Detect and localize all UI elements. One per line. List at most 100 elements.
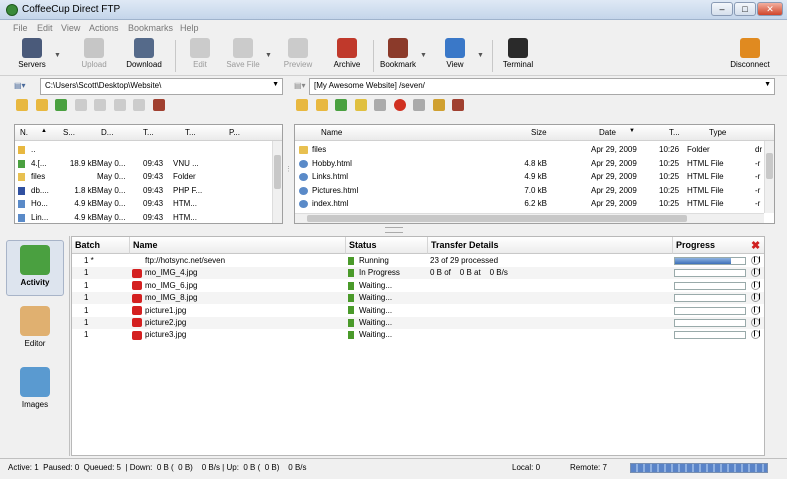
- local-file-row[interactable]: Ho... 4.9 kB May 0... 09:43 HTM...: [15, 197, 282, 210]
- queue-col-transfer-details[interactable]: Transfer Details: [428, 237, 673, 254]
- upload-button[interactable]: Upload: [76, 38, 112, 74]
- remote-path-field[interactable]: [My Awesome Website] /seven/ ▼: [309, 78, 775, 95]
- download-arrow-icon: [348, 281, 354, 290]
- local-drive-icon[interactable]: ▤▾: [14, 81, 36, 93]
- horizontal-splitter-handle[interactable]: [385, 227, 403, 233]
- local-path-dropdown-icon[interactable]: ▼: [272, 81, 279, 88]
- pause-icon[interactable]: ❙❙: [751, 268, 762, 278]
- new-folder-icon[interactable]: [296, 99, 308, 111]
- delete-icon[interactable]: [113, 99, 126, 111]
- remote-path-dropdown-icon[interactable]: ▼: [764, 81, 771, 88]
- properties-icon[interactable]: [374, 99, 387, 111]
- refresh-icon[interactable]: [335, 99, 348, 111]
- queue-row[interactable]: 1 mo_IMG_6.jpg Waiting... ❙❙: [72, 279, 764, 292]
- clear-queue-icon[interactable]: ✖: [751, 239, 760, 252]
- local-col-name[interactable]: N.: [20, 128, 28, 137]
- menu-view[interactable]: View: [61, 23, 80, 33]
- activity-button[interactable]: Activity: [6, 240, 64, 296]
- remote-bookmark-icon[interactable]: [452, 99, 465, 111]
- bookmark-dropdown-icon[interactable]: ▼: [420, 52, 427, 59]
- menu-edit[interactable]: Edit: [37, 23, 53, 33]
- rename-icon[interactable]: [354, 99, 367, 111]
- local-bookmark-icon[interactable]: [152, 99, 165, 111]
- queue-row[interactable]: 1 picture2.jpg Waiting... ❙❙: [72, 317, 764, 329]
- remote-vertical-scrollbar[interactable]: [764, 141, 774, 213]
- view-dropdown-icon[interactable]: ▼: [477, 52, 484, 59]
- view-button[interactable]: View: [442, 38, 468, 74]
- queue-col-status[interactable]: Status: [346, 237, 428, 254]
- disconnect-button[interactable]: Disconnect: [728, 38, 772, 74]
- remote-col-time[interactable]: T...: [669, 128, 680, 137]
- terminal-button[interactable]: Terminal: [500, 38, 536, 74]
- menu-actions[interactable]: Actions: [89, 23, 119, 33]
- remote-file-row[interactable]: files Apr 29, 2009 10:26 Folder dr: [295, 143, 774, 156]
- new-folder-icon[interactable]: [16, 99, 28, 111]
- queue-row[interactable]: 1 picture1.jpg Waiting... ❙❙: [72, 304, 764, 317]
- remote-hscroll-thumb[interactable]: [307, 215, 687, 222]
- remote-col-date[interactable]: Date: [599, 128, 616, 137]
- edit-button[interactable]: Edit: [186, 38, 214, 74]
- menu-bookmarks[interactable]: Bookmarks: [128, 23, 173, 33]
- pause-icon[interactable]: ❙❙: [751, 256, 762, 265]
- menu-help[interactable]: Help: [180, 23, 199, 33]
- remote-col-type[interactable]: Type: [709, 128, 726, 137]
- folder-up-icon[interactable]: [35, 99, 48, 111]
- rename-icon[interactable]: [74, 99, 87, 111]
- pause-icon[interactable]: ❙❙: [751, 293, 762, 303]
- pause-icon[interactable]: ❙❙: [751, 318, 762, 327]
- remote-scroll-thumb[interactable]: [766, 153, 773, 179]
- queue-row[interactable]: 1 mo_IMG_4.jpg In Progress 0 B of 0 B at 0 …: [72, 267, 764, 280]
- pause-icon[interactable]: ❙❙: [751, 305, 762, 315]
- remote-col-size[interactable]: Size: [531, 128, 547, 137]
- queue-col-name[interactable]: Name: [130, 237, 346, 254]
- local-file-row[interactable]: ..: [15, 143, 282, 156]
- queue-file-name: ftp://hotsync.net/seven: [145, 256, 226, 265]
- properties-icon[interactable]: [94, 99, 107, 111]
- local-file-row[interactable]: 4.[... 18.9 kB May 0... 09:43 VNU ...: [15, 157, 282, 170]
- local-col-perms[interactable]: P...: [229, 128, 240, 137]
- queue-row[interactable]: 1 * ftp://hotsync.net/seven Running 23 of 2…: [72, 255, 764, 267]
- pause-icon[interactable]: ❙❙: [751, 330, 762, 340]
- bookmark-button[interactable]: Bookmark: [379, 38, 417, 74]
- local-vertical-scrollbar[interactable]: [272, 141, 282, 223]
- local-scroll-thumb[interactable]: [274, 155, 281, 189]
- remote-file-row[interactable]: Hobby.html 4.8 kB Apr 29, 2009 10:25 HTML Fi…: [295, 157, 774, 170]
- local-path-field[interactable]: C:\Users\Scott\Desktop\Website\ ▼: [40, 78, 283, 95]
- local-col-type[interactable]: T...: [185, 128, 196, 137]
- local-col-size[interactable]: S...: [63, 128, 75, 137]
- remote-file-row[interactable]: index.html 6.2 kB Apr 29, 2009 10:25 HTML Fi…: [295, 197, 774, 210]
- local-col-date[interactable]: D...: [101, 128, 113, 137]
- local-file-row[interactable]: Lin... 4.9 kB May 0... 09:43 HTM...: [15, 211, 282, 224]
- save-file-dropdown-icon[interactable]: ▼: [265, 52, 272, 59]
- view-mode-icon[interactable]: [133, 99, 146, 111]
- permissions-key-icon[interactable]: [432, 99, 445, 111]
- preview-button[interactable]: Preview: [282, 38, 314, 74]
- queue-row[interactable]: 1 picture3.jpg Waiting... ❙❙: [72, 329, 764, 342]
- pause-icon[interactable]: ❙❙: [751, 280, 762, 290]
- close-button[interactable]: ✕: [757, 2, 783, 16]
- pane-splitter-handle[interactable]: ⋮: [285, 165, 292, 183]
- download-button[interactable]: Download: [122, 38, 166, 74]
- refresh-icon[interactable]: [55, 99, 68, 111]
- remote-horizontal-scrollbar[interactable]: [295, 213, 764, 223]
- local-file-row[interactable]: db.... 1.8 kB May 0... 09:43 PHP F...: [15, 184, 282, 197]
- editor-button[interactable]: Editor: [6, 302, 64, 358]
- menu-file[interactable]: File: [13, 23, 28, 33]
- view-mode-icon[interactable]: [413, 99, 426, 111]
- folder-up-icon[interactable]: [315, 99, 328, 111]
- remote-col-name[interactable]: Name: [321, 128, 342, 137]
- maximize-button[interactable]: □: [734, 2, 756, 16]
- save-file-button[interactable]: Save File: [225, 38, 261, 74]
- servers-dropdown-icon[interactable]: ▼: [54, 52, 61, 59]
- queue-col-batch[interactable]: Batch: [72, 237, 130, 254]
- minimize-button[interactable]: –: [711, 2, 733, 16]
- servers-button[interactable]: Servers: [12, 38, 52, 74]
- images-button[interactable]: Images: [6, 363, 64, 419]
- local-file-row[interactable]: files May 0... 09:43 Folder: [15, 170, 282, 183]
- remote-file-row[interactable]: Links.html 4.9 kB Apr 29, 2009 10:25 HTML Fi…: [295, 170, 774, 183]
- queue-row[interactable]: 1 mo_IMG_8.jpg Waiting... ❙❙: [72, 292, 764, 305]
- archive-button[interactable]: Archive: [331, 38, 363, 74]
- delete-icon[interactable]: [393, 99, 406, 111]
- remote-file-row[interactable]: Pictures.html 7.0 kB Apr 29, 2009 10:25 HTML…: [295, 184, 774, 197]
- local-col-time[interactable]: T...: [143, 128, 154, 137]
